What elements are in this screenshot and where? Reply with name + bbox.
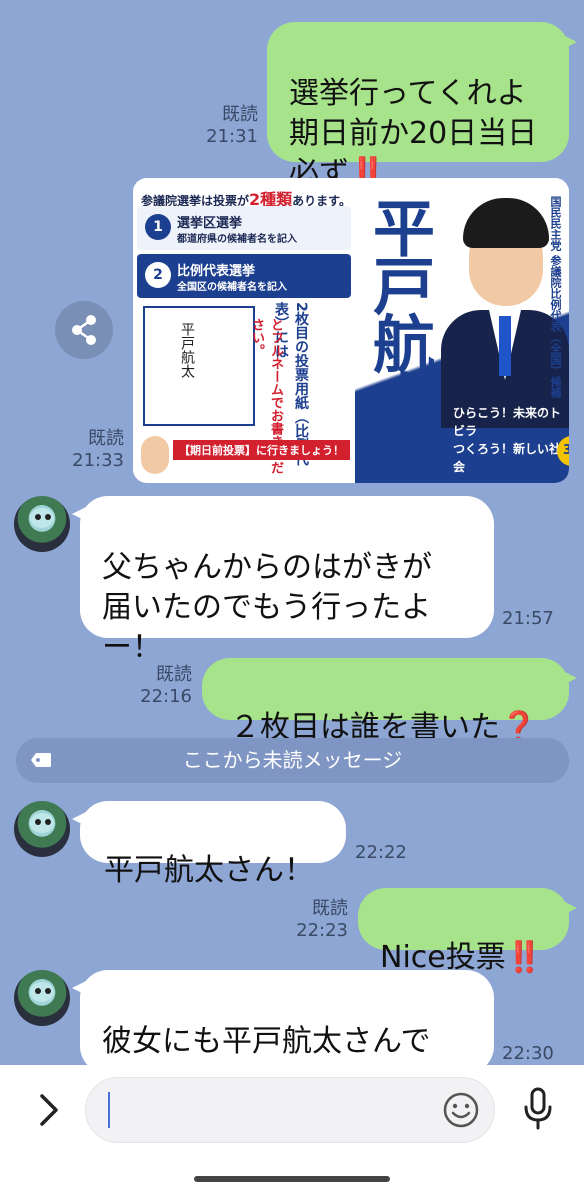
message-input[interactable] — [85, 1077, 495, 1143]
read-receipt: 既読 — [222, 104, 258, 125]
message-meta: 既読 21:31 — [190, 104, 258, 148]
message-bubble-incoming[interactable]: 父ちゃんからのはがきが 届いたのでもう行ったよ ー！ — [72, 496, 494, 665]
poster-block-2: 2 比例代表選挙 全国区の候補者名を記入 — [137, 254, 351, 298]
message-bubble-outgoing[interactable]: Nice投票‼️ — [358, 888, 577, 975]
message-text: 選挙行ってくれよ 期日前か20日当日 必ず — [289, 76, 538, 191]
message-meta: 既読 21:33 — [58, 428, 124, 472]
text-caret — [108, 1092, 110, 1128]
message-text: 彼女にも平戸航太さんで 投票してもらった！ — [102, 1024, 431, 1065]
message-time: 21:57 — [502, 608, 554, 629]
message-time: 22:30 — [502, 1043, 554, 1064]
poster-ballot: 平戸航太 — [143, 306, 255, 426]
read-receipt: 既読 — [312, 898, 348, 919]
home-indicator[interactable] — [194, 1176, 390, 1182]
message-time: 22:22 — [355, 842, 407, 863]
poster-slogan: ひらこう！未来のトビラ つくろう！新しい社会 — [453, 406, 562, 474]
message-time: 21:33 — [72, 450, 124, 471]
message-bubble-outgoing[interactable]: ２枚目は誰を書いた❓ — [202, 658, 577, 745]
message-meta: 既読 22:23 — [284, 898, 348, 942]
chat-area[interactable]: 選挙行ってくれよ 期日前か20日当日 必ず‼️ 既読 21:31 既読 21:3… — [0, 0, 584, 1065]
message-bubble-incoming[interactable]: 平戸航太さん！ — [72, 801, 346, 888]
smiley-icon[interactable] — [442, 1091, 480, 1129]
message-bubble-incoming[interactable]: 彼女にも平戸航太さんで 投票してもらった！ — [72, 970, 494, 1065]
message-bubble-outgoing[interactable]: 選挙行ってくれよ 期日前か20日当日 必ず‼️ — [267, 22, 577, 191]
message-time: 22:16 — [140, 686, 192, 707]
campaign-poster-image[interactable]: 参議院選挙は投票が2種類あります。 1 選挙区選挙 都道府県の候補者名を記入 2… — [133, 178, 569, 483]
poster-block-1: 1 選挙区選挙 都道府県の候補者名を記入 — [137, 206, 351, 250]
unread-divider: ここから未読メッセージ — [16, 738, 569, 783]
double-exclamation-icon: ‼️ — [505, 940, 544, 975]
poster-mascot — [141, 436, 169, 474]
avatar[interactable] — [14, 496, 70, 552]
unread-divider-label: ここから未読メッセージ — [182, 748, 403, 772]
message-time: 22:23 — [296, 920, 348, 941]
chevron-right-icon[interactable] — [34, 1090, 64, 1130]
message-time: 21:31 — [206, 126, 258, 147]
share-icon — [72, 315, 96, 345]
read-receipt: 既読 — [88, 428, 124, 449]
share-button[interactable] — [55, 301, 113, 359]
microphone-icon[interactable] — [521, 1086, 555, 1132]
message-text: 平戸航太さん！ — [104, 853, 314, 888]
tag-icon — [31, 753, 51, 767]
poster-early-vote: 【期日前投票】に行きましょう！ — [173, 440, 350, 460]
avatar[interactable] — [14, 970, 70, 1026]
message-text: 父ちゃんからのはがきが 届いたのでもう行ったよ ー！ — [102, 550, 432, 665]
poster-party: 国民民主党 参議院比例代表（全国）候補 — [549, 196, 562, 398]
message-meta: 既読 22:16 — [128, 664, 192, 708]
poster-candidate-name: 平戸航太 — [362, 196, 435, 428]
avatar[interactable] — [14, 801, 70, 857]
read-receipt: 既読 — [156, 664, 192, 685]
